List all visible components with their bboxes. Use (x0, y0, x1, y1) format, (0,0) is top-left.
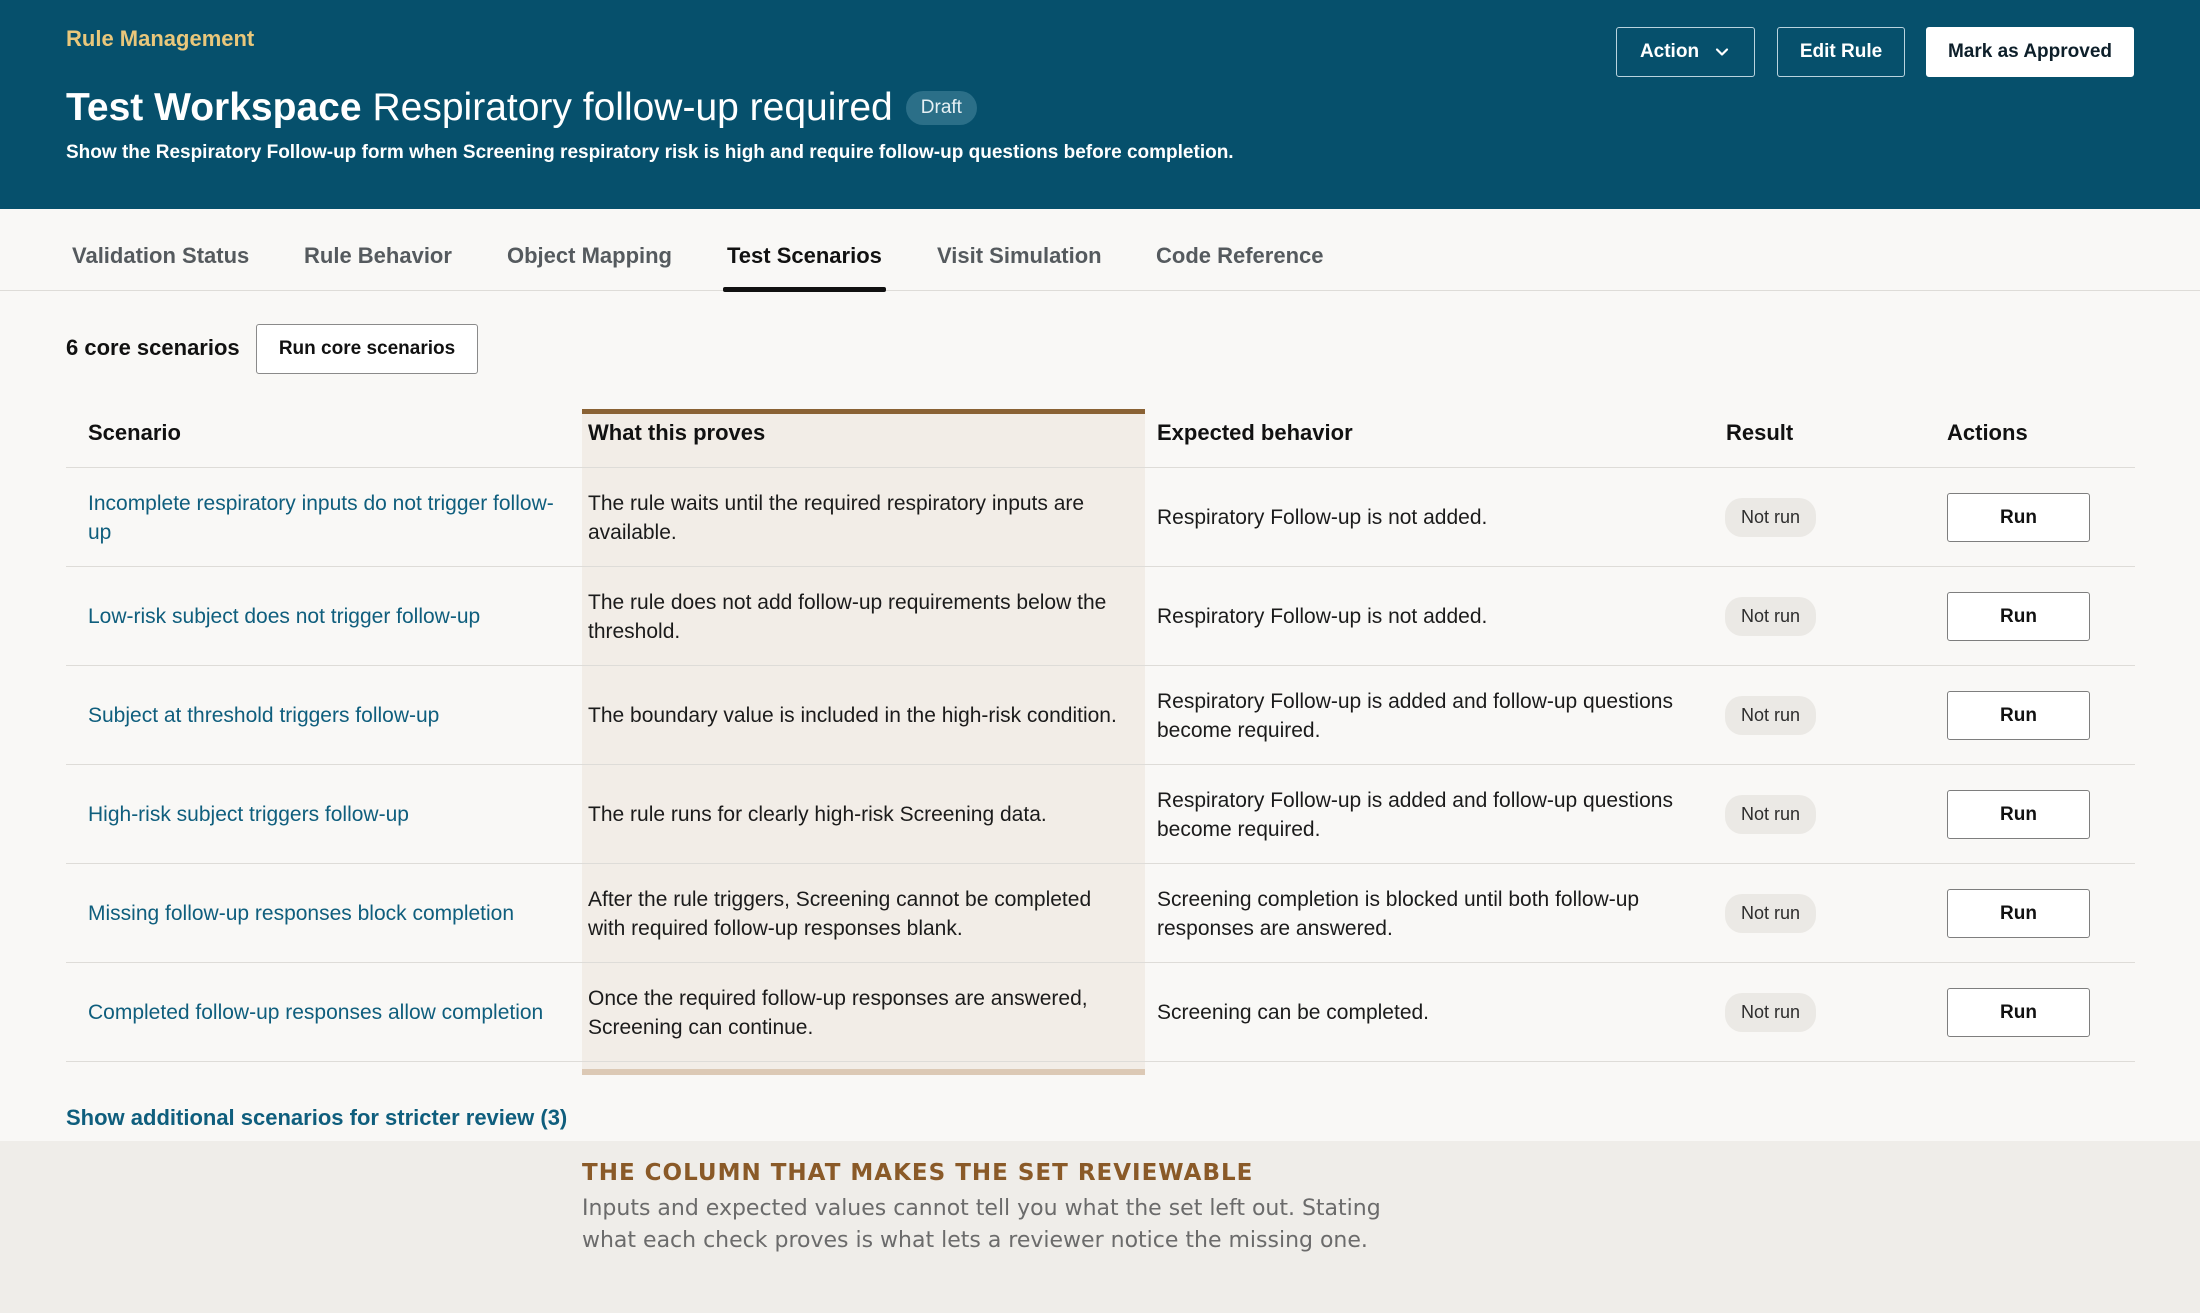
expected-text: Respiratory Follow-up is not added. (1157, 605, 1488, 628)
proves-text: The rule does not add follow-up requirem… (588, 590, 1107, 643)
result-badge: Not run (1725, 795, 1817, 834)
mark-approved-button[interactable]: Mark as Approved (1926, 27, 2134, 77)
callout-body: Inputs and expected values cannot tell y… (582, 1196, 1381, 1253)
expected-text: Respiratory Follow-up is not added. (1157, 506, 1488, 529)
proves-text: The rule runs for clearly high-risk Scre… (588, 803, 1047, 826)
result-cell: Not run (1725, 963, 1817, 1062)
result-badge: Not run (1725, 696, 1817, 735)
page-header: Rule Management Test Workspace Respirato… (0, 0, 2200, 209)
table-row: Low-risk subject does not trigger follow… (66, 567, 2135, 666)
result-cell: Not run (1725, 765, 1817, 864)
show-additional-scenarios-link[interactable]: Show additional scenarios for stricter r… (66, 1105, 567, 1131)
tab-bar: Validation Status Rule Behavior Object M… (0, 209, 2200, 292)
scenario-link[interactable]: High-risk subject triggers follow-up (88, 765, 558, 864)
actions-cell: Run (1947, 468, 2090, 567)
tab-test-scenarios[interactable]: Test Scenarios (727, 243, 882, 269)
proves-text: After the rule triggers, Screening canno… (588, 887, 1092, 940)
result-cell: Not run (1725, 666, 1817, 765)
scenario-link[interactable]: Low-risk subject does not trigger follow… (88, 567, 558, 666)
breadcrumb[interactable]: Rule Management (66, 26, 254, 52)
rule-name: Respiratory follow-up required (372, 86, 893, 129)
proves-column-bottom-bar (582, 1069, 1145, 1075)
table-header: Scenario What this proves Expected behav… (66, 409, 2135, 468)
tab-visit-simulation[interactable]: Visit Simulation (937, 243, 1102, 269)
proves-text: The boundary value is included in the hi… (588, 704, 1117, 727)
page-title: Test Workspace Respiratory follow-up req… (66, 86, 977, 130)
header-expected-behavior: Expected behavior (1157, 420, 1353, 445)
callout-title: THE COLUMN THAT MAKES THE SET REVIEWABLE (582, 1160, 1254, 1186)
actions-cell: Run (1947, 567, 2090, 666)
tab-rule-behavior[interactable]: Rule Behavior (304, 243, 452, 269)
tab-validation-status[interactable]: Validation Status (72, 243, 249, 269)
expected-text: Screening completion is blocked until bo… (1157, 887, 1640, 940)
actions-cell: Run (1947, 963, 2090, 1062)
action-button-label: Action (1639, 41, 1700, 62)
header-result: Result (1726, 420, 1794, 445)
actions-cell: Run (1947, 765, 2090, 864)
result-badge: Not run (1725, 597, 1817, 636)
tab-code-reference[interactable]: Code Reference (1156, 243, 1324, 269)
run-button[interactable]: Run (1947, 790, 2090, 839)
header-what-this-proves: What this proves (588, 420, 766, 445)
table-row: Completed follow-up responses allow comp… (66, 963, 2135, 1062)
result-cell: Not run (1725, 567, 1817, 666)
expected-text: Screening can be completed. (1157, 1001, 1430, 1024)
result-badge: Not run (1725, 993, 1817, 1032)
result-cell: Not run (1725, 864, 1817, 963)
header-scenario: Scenario (88, 420, 181, 445)
result-badge: Not run (1725, 894, 1817, 933)
edit-rule-button[interactable]: Edit Rule (1777, 27, 1905, 77)
run-button[interactable]: Run (1947, 493, 2090, 542)
result-cell: Not run (1725, 468, 1817, 567)
scenario-link[interactable]: Subject at threshold triggers follow-up (88, 666, 558, 765)
scenario-link[interactable]: Missing follow-up responses block comple… (88, 864, 558, 963)
run-button[interactable]: Run (1947, 691, 2090, 740)
actions-cell: Run (1947, 666, 2090, 765)
run-core-scenarios-button[interactable]: Run core scenarios (256, 324, 478, 374)
explanation-callout: THE COLUMN THAT MAKES THE SET REVIEWABLE… (0, 1141, 2200, 1313)
table-row: Subject at threshold triggers follow-up … (66, 666, 2135, 765)
active-tab-indicator (723, 287, 886, 292)
run-button[interactable]: Run (1947, 889, 2090, 938)
table-row: High-risk subject triggers follow-up The… (66, 765, 2135, 864)
scenario-count: 6 core scenarios (66, 335, 240, 360)
table-row: Missing follow-up responses block comple… (66, 864, 2135, 963)
expected-text: Respiratory Follow-up is added and follo… (1157, 788, 1673, 841)
workspace-name: Test Workspace (66, 86, 362, 129)
scenario-link[interactable]: Completed follow-up responses allow comp… (88, 963, 558, 1062)
run-button[interactable]: Run (1947, 988, 2090, 1037)
result-badge: Not run (1725, 498, 1817, 537)
header-actions: Actions (1947, 420, 2028, 445)
run-button[interactable]: Run (1947, 592, 2090, 641)
actions-cell: Run (1947, 864, 2090, 963)
proves-text: Once the required follow-up responses ar… (588, 986, 1088, 1039)
rule-description: Show the Respiratory Follow-up form when… (66, 142, 1234, 163)
expected-text: Respiratory Follow-up is added and follo… (1157, 689, 1673, 742)
scenario-link[interactable]: Incomplete respiratory inputs do not tri… (88, 468, 558, 567)
status-badge: Draft (905, 91, 977, 125)
proves-text: The rule waits until the required respir… (588, 491, 1085, 544)
tab-object-mapping[interactable]: Object Mapping (507, 243, 672, 269)
chevron-down-icon (1715, 48, 1729, 56)
action-dropdown-button[interactable]: Action (1616, 27, 1755, 77)
table-row: Incomplete respiratory inputs do not tri… (66, 468, 2135, 567)
